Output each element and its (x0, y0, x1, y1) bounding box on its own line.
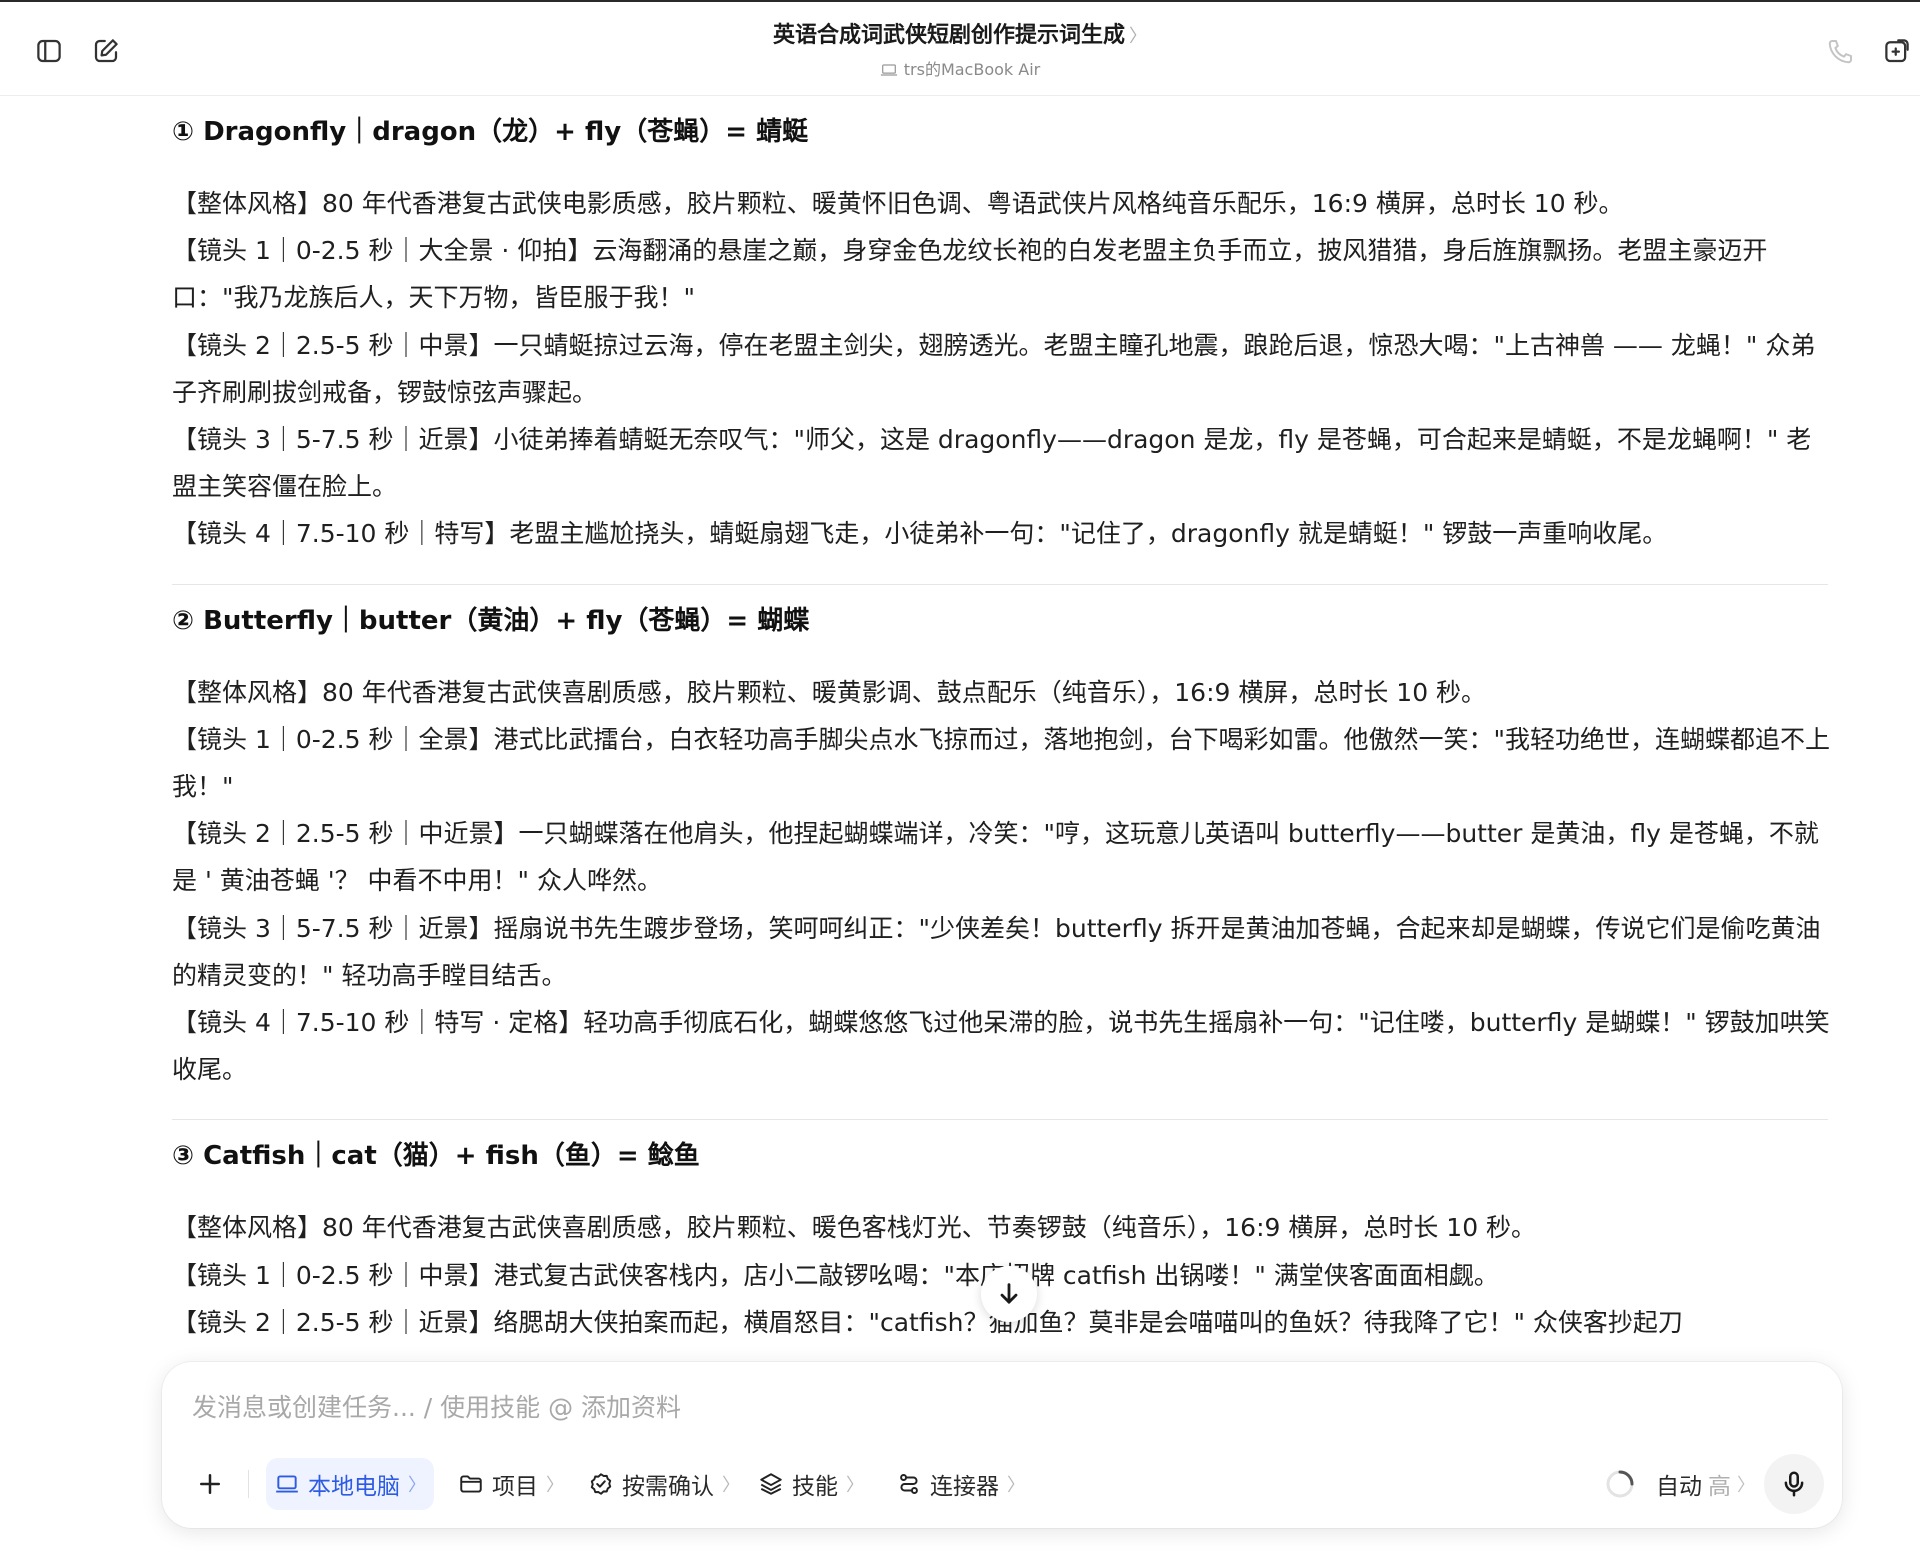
composer: 发消息或创建任务... / 使用技能 @ 添加资料 本地电脑〉 项目〉 按需确认… (162, 1362, 1842, 1528)
check-badge-icon (590, 1473, 612, 1495)
conversation-title-area[interactable]: 英语合成词武侠短剧创作提示词生成〉 trs的MacBook Air (560, 20, 1360, 83)
loading-spinner-icon (1606, 1470, 1634, 1498)
top-bar: 英语合成词武侠短剧创作提示词生成〉 trs的MacBook Air (0, 0, 1920, 96)
plus-icon (200, 1474, 220, 1494)
paragraph: 【镜头 1｜0-2.5 秒｜大全景 · 仰拍】云海翻涌的悬崖之巅，身穿金色龙纹长… (172, 236, 1768, 313)
paragraph: 【镜头 1｜0-2.5 秒｜全景】港式比武擂台，白衣轻功高手脚尖点水飞掠而过，落… (172, 724, 1830, 802)
message-content: ① Dragonfly｜dragon（龙）+ fly（苍蝇）= 蜻蜓 【整体风格… (172, 96, 1832, 1360)
new-chat-icon[interactable] (87, 32, 125, 70)
paragraph: 【整体风格】80 年代香港复古武侠喜剧质感，胶片颗粒、暖黄影调、鼓点配乐（纯音乐… (172, 677, 1487, 707)
section-title: ② Butterfly｜butter（黄油）+ fly（苍蝇）= 蝴蝶 (172, 605, 810, 636)
new-window-icon[interactable] (1878, 32, 1916, 70)
add-attachment-button[interactable] (188, 1462, 232, 1506)
paragraph: 【镜头 3｜5-7.5 秒｜近景】摇扇说书先生踱步登场，笑呵呵纠正："少侠差矣！… (172, 913, 1821, 990)
mode-selector[interactable]: 自动 高 〉 (1656, 1458, 1755, 1510)
arrow-down-icon (1000, 1283, 1018, 1304)
paragraph: 【镜头 2｜2.5-5 秒｜中景】一只蜻蜓掠过云海，停在老盟主剑尖，翅膀透光。老… (172, 330, 1816, 407)
composer-toolbar: 本地电脑〉 项目〉 按需确认〉 技能〉 连接器〉 自动 高 〉 (182, 1454, 1824, 1514)
laptop-icon (880, 64, 897, 76)
paragraph: 【整体风格】80 年代香港复古武侠电影质感，胶片颗粒、暖黄怀旧色调、粤语武侠片风… (172, 189, 1624, 218)
message-input[interactable]: 发消息或创建任务... / 使用技能 @ 添加资料 (192, 1388, 1692, 1428)
paragraph: 【镜头 3｜5-7.5 秒｜近景】小徒弟捧着蜻蜓无奈叹气："师父，这是 drag… (172, 425, 1812, 502)
confirm-mode-button[interactable]: 按需确认〉 (580, 1458, 748, 1510)
phone-icon[interactable] (1822, 32, 1860, 70)
chevron-right-icon: 〉 (1129, 26, 1147, 47)
app-window: 英语合成词武侠短剧创作提示词生成〉 trs的MacBook Air ① Drag… (0, 0, 1920, 1556)
divider (172, 583, 1828, 585)
paragraph: 【镜头 4｜7.5-10 秒｜特写 · 定格】轻功高手彻底石化，蝴蝶悠悠飞过他呆… (172, 1008, 1830, 1085)
microphone-icon (1784, 1471, 1804, 1497)
conversation-title[interactable]: 英语合成词武侠短剧创作提示词生成〉 (560, 20, 1360, 53)
section-dragonfly: ① Dragonfly｜dragon（龙）+ fly（苍蝇）= 蜻蜓 【整体风格… (172, 112, 1832, 558)
laptop-icon (276, 1475, 298, 1493)
local-computer-button[interactable]: 本地电脑〉 (266, 1458, 434, 1510)
divider (172, 1119, 1828, 1121)
device-label: trs的MacBook Air (560, 57, 1360, 83)
folder-icon (460, 1475, 482, 1493)
section-title: ① Dragonfly｜dragon（龙）+ fly（苍蝇）= 蜻蜓 (172, 117, 809, 147)
section-title: ③ Catfish｜cat（猫）+ fish（鱼）= 鲶鱼 (172, 1141, 700, 1172)
voice-input-button[interactable] (1764, 1454, 1824, 1514)
sidebar-toggle-icon[interactable] (30, 32, 68, 70)
paragraph: 【镜头 4｜7.5-10 秒｜特写】老盟主尴尬挠头，蜻蜓扇翅飞走，小徒弟补一句：… (172, 519, 1668, 549)
scroll-to-bottom-button[interactable] (981, 1266, 1037, 1322)
layers-icon (760, 1473, 782, 1495)
skills-button[interactable]: 技能〉 (750, 1458, 872, 1510)
paragraph: 【镜头 2｜2.5-5 秒｜中近景】一只蝴蝶落在他肩头，他捏起蝴蝶端详，冷笑："… (172, 819, 1819, 896)
section-butterfly: ② Butterfly｜butter（黄油）+ fly（苍蝇）= 蝴蝶 【整体风… (172, 601, 1832, 1094)
connector-icon (900, 1474, 918, 1494)
project-button[interactable]: 项目〉 (450, 1458, 572, 1510)
connectors-button[interactable]: 连接器〉 (888, 1458, 1033, 1510)
toolbar-separator (248, 1470, 249, 1498)
paragraph: 【整体风格】80 年代香港复古武侠喜剧质感，胶片颗粒、暖色客栈灯光、节奏锣鼓（纯… (172, 1213, 1537, 1243)
